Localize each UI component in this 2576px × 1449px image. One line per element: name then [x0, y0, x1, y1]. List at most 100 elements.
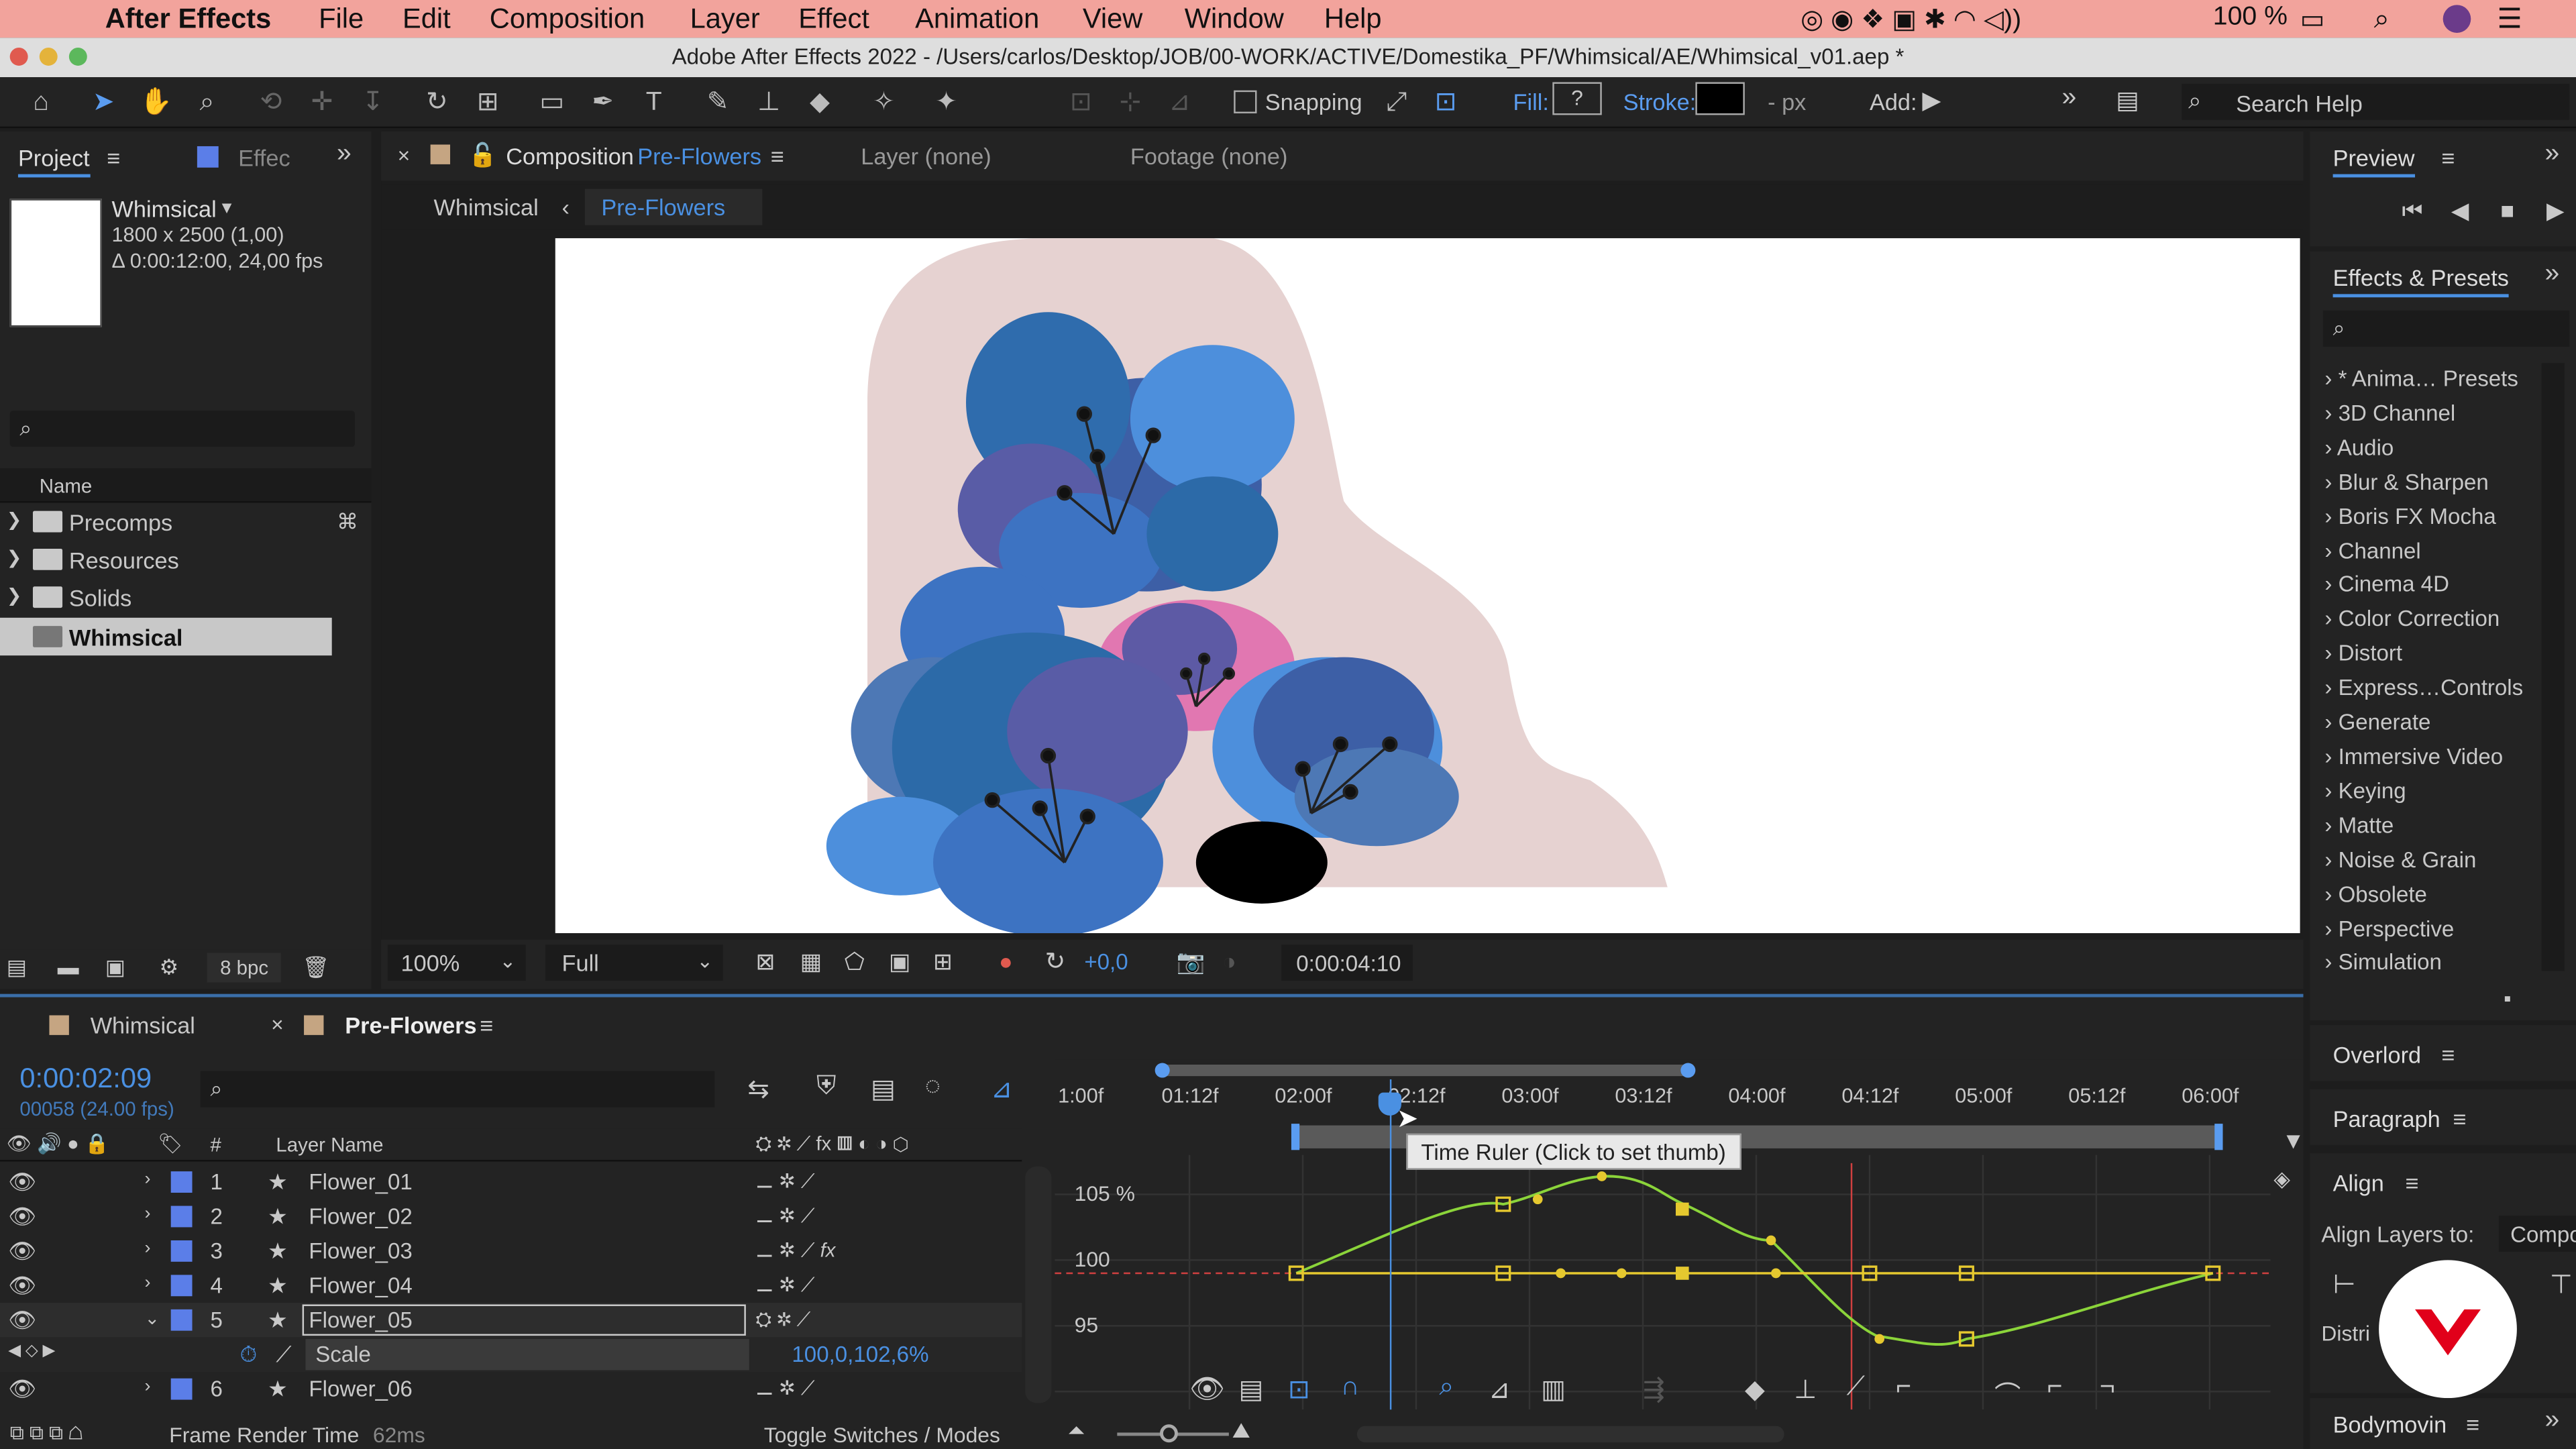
disclosure-icon[interactable]: ›: [145, 1377, 151, 1396]
panel-menu-icon[interactable]: ≡: [107, 145, 120, 171]
effect-category[interactable]: › Blur & Sharpen: [2324, 466, 2523, 500]
layer-row[interactable]: 👁 › 3 ★ Flower_03 ⚊ ✲ ⟋ fx: [0, 1234, 1022, 1268]
disclosure-icon[interactable]: ❯: [7, 585, 22, 606]
label-color[interactable]: [170, 1309, 193, 1331]
resolution-dropdown[interactable]: Full ⌄: [545, 945, 723, 981]
stop-icon[interactable]: ■: [2500, 197, 2514, 223]
brush-tool-icon[interactable]: ✎: [702, 87, 735, 120]
panel-menu-icon[interactable]: ≡: [2405, 1170, 2418, 1196]
eye-icon[interactable]: 👁: [8, 1170, 36, 1196]
column-name[interactable]: Name: [40, 475, 92, 498]
world-axis-icon[interactable]: ⊹: [1114, 87, 1146, 120]
next-frame-icon[interactable]: ▶: [2546, 197, 2564, 225]
tab-bodymovin[interactable]: Bodymovin: [2333, 1411, 2447, 1438]
creative-cloud-icon[interactable]: ◎ ◉ ❖ ▣ ✱ ◠ ◁)): [1801, 3, 2021, 36]
snapshot-icon[interactable]: 📷: [1176, 948, 1205, 976]
disclosure-open-icon[interactable]: ⌄: [145, 1307, 160, 1329]
disclosure-icon[interactable]: ›: [145, 1239, 151, 1258]
comp-marker-bin-icon[interactable]: ▼: [2282, 1127, 2305, 1153]
menu-window[interactable]: Window: [1185, 3, 1284, 36]
layer-name[interactable]: Flower_02: [309, 1204, 412, 1229]
exposure-value[interactable]: +0,0: [1084, 950, 1128, 975]
easy-ease-in-icon[interactable]: ⌐: [2047, 1373, 2062, 1403]
panel-overflow-icon[interactable]: »: [2545, 260, 2560, 289]
layer-row[interactable]: 👁 › 2 ★ Flower_02 ⚊ ✲ ⟋: [0, 1199, 1022, 1234]
project-item-whimsical[interactable]: Whimsical: [0, 617, 332, 656]
spotlight-search-icon[interactable]: ⌕: [2374, 3, 2390, 36]
panel-overflow-icon[interactable]: »: [2545, 1406, 2560, 1436]
search-help-field[interactable]: ⌕ Search Help: [2182, 83, 2570, 120]
draft-3d-icon[interactable]: ⛨: [816, 1073, 836, 1102]
layer-name[interactable]: Flower_01: [309, 1170, 412, 1195]
effect-category[interactable]: › Immersive Video: [2324, 741, 2523, 775]
effect-category[interactable]: › Perspective: [2324, 912, 2523, 947]
effects-scrollbar[interactable]: [2541, 363, 2565, 971]
disclosure-icon[interactable]: ›: [145, 1273, 151, 1293]
hand-tool-icon[interactable]: ✋: [140, 87, 172, 120]
show-properties-icon[interactable]: 👁: [1189, 1373, 1225, 1406]
av-features-icon[interactable]: 👁 🔊 ● 🔒: [7, 1132, 109, 1155]
menu-view[interactable]: View: [1083, 3, 1143, 36]
show-snapshot-icon[interactable]: ◑: [1222, 948, 1236, 974]
footer-icons[interactable]: ⧉ ⧉ ⧉ ☖: [10, 1421, 83, 1446]
bit-depth-button[interactable]: 8 bpc: [207, 953, 282, 983]
effect-category[interactable]: › Express…Controls: [2324, 672, 2523, 706]
layer-row[interactable]: 👁 › 4 ★ Flower_04 ⚊ ✲ ⟋: [0, 1269, 1022, 1303]
panel-menu-icon[interactable]: ≡: [2466, 1411, 2479, 1438]
region-of-interest-icon[interactable]: ▣: [889, 948, 910, 976]
stopwatch-icon[interactable]: ⏱: [240, 1342, 258, 1368]
motion-blur-icon[interactable]: ◌: [925, 1073, 941, 1102]
breadcrumb-whimsical[interactable]: Whimsical: [434, 194, 539, 220]
stroke-width-value[interactable]: - px: [1768, 89, 1806, 115]
effect-category[interactable]: › 3D Channel: [2324, 397, 2523, 431]
composition-viewer[interactable]: [555, 238, 2300, 934]
layer-row[interactable]: 👁 › 1 ★ Flower_01 ⚊ ✲ ⟋: [0, 1165, 1022, 1199]
effect-category[interactable]: › Simulation: [2324, 947, 2523, 981]
layer-name[interactable]: Flower_06: [309, 1377, 412, 1401]
workspace-icon[interactable]: ▤: [2116, 85, 2139, 115]
pen-tool-icon[interactable]: ✒: [586, 87, 619, 120]
menu-edit[interactable]: Edit: [402, 3, 451, 36]
eraser-tool-icon[interactable]: ◆: [804, 87, 837, 120]
panel-overflow-icon[interactable]: »: [2545, 140, 2560, 169]
panel-menu-icon[interactable]: ≡: [480, 1012, 493, 1038]
clone-stamp-icon[interactable]: ⊥: [753, 87, 786, 120]
fit-selection-icon[interactable]: ⊿: [1489, 1373, 1511, 1406]
comp-tab-prefix[interactable]: Composition: [506, 143, 634, 169]
new-folder-icon[interactable]: ▬: [58, 955, 79, 979]
show-transform-box-icon[interactable]: ⊡: [1288, 1373, 1310, 1406]
close-tab-icon[interactable]: ×: [398, 143, 411, 168]
menu-help[interactable]: Help: [1324, 3, 1382, 36]
tab-align[interactable]: Align: [2333, 1170, 2384, 1196]
effect-category[interactable]: › Audio: [2324, 432, 2523, 466]
add-menu-icon[interactable]: ▶: [1922, 85, 1941, 115]
snap-edges-icon[interactable]: ⤢: [1380, 87, 1413, 120]
time-ruler[interactable]: 1:00f 01:12f 02:00f 02:12f 03:00f 03:12f…: [1055, 1076, 2270, 1128]
auto-zoom-icon[interactable]: ⌕: [1439, 1373, 1454, 1403]
type-tool-icon[interactable]: T: [637, 87, 670, 120]
zoom-in-icon[interactable]: ⛰: [1232, 1417, 1250, 1444]
timeline-tab-pre-flowers[interactable]: Pre-Flowers: [345, 1012, 476, 1038]
label-color[interactable]: [170, 1378, 193, 1400]
zoom-out-icon[interactable]: ⏶: [1068, 1417, 1085, 1444]
toolbar-overflow-icon[interactable]: »: [2061, 84, 2076, 113]
rotation-tool-icon[interactable]: ↻: [421, 87, 453, 120]
disclosure-icon[interactable]: ❯: [7, 547, 22, 568]
graph-editor-icon[interactable]: ⊿: [991, 1073, 1013, 1106]
zoom-tool-icon[interactable]: ⌕: [191, 87, 223, 120]
new-folder-icon[interactable]: ▪: [2504, 985, 2511, 1010]
eye-icon[interactable]: 👁: [8, 1377, 36, 1403]
pan-behind-tool-icon[interactable]: ⊞: [472, 87, 504, 120]
hold-keyframe-icon[interactable]: ⊥: [1794, 1373, 1817, 1406]
scale-property-row[interactable]: ◀ ◇ ▶ ⏱ ⟋ Scale 100,0,102,6%: [0, 1337, 1022, 1372]
effect-category[interactable]: › Obsolete: [2324, 878, 2523, 912]
effects-search-input[interactable]: ⌕: [2322, 310, 2570, 347]
toggle-switches-modes-button[interactable]: Toggle Switches / Modes: [764, 1423, 1000, 1448]
current-time-indicator[interactable]: [1389, 1079, 1392, 1410]
composition-mini-flowchart-icon[interactable]: ⇆: [747, 1073, 769, 1106]
close-tab-icon[interactable]: ×: [271, 1012, 284, 1037]
dolly-camera-icon[interactable]: ↧: [356, 87, 389, 120]
project-settings-icon[interactable]: ⚙: [160, 955, 179, 981]
align-target-dropdown[interactable]: Compo: [2498, 1216, 2576, 1252]
easy-ease-out-icon[interactable]: ¬: [2100, 1373, 2115, 1403]
